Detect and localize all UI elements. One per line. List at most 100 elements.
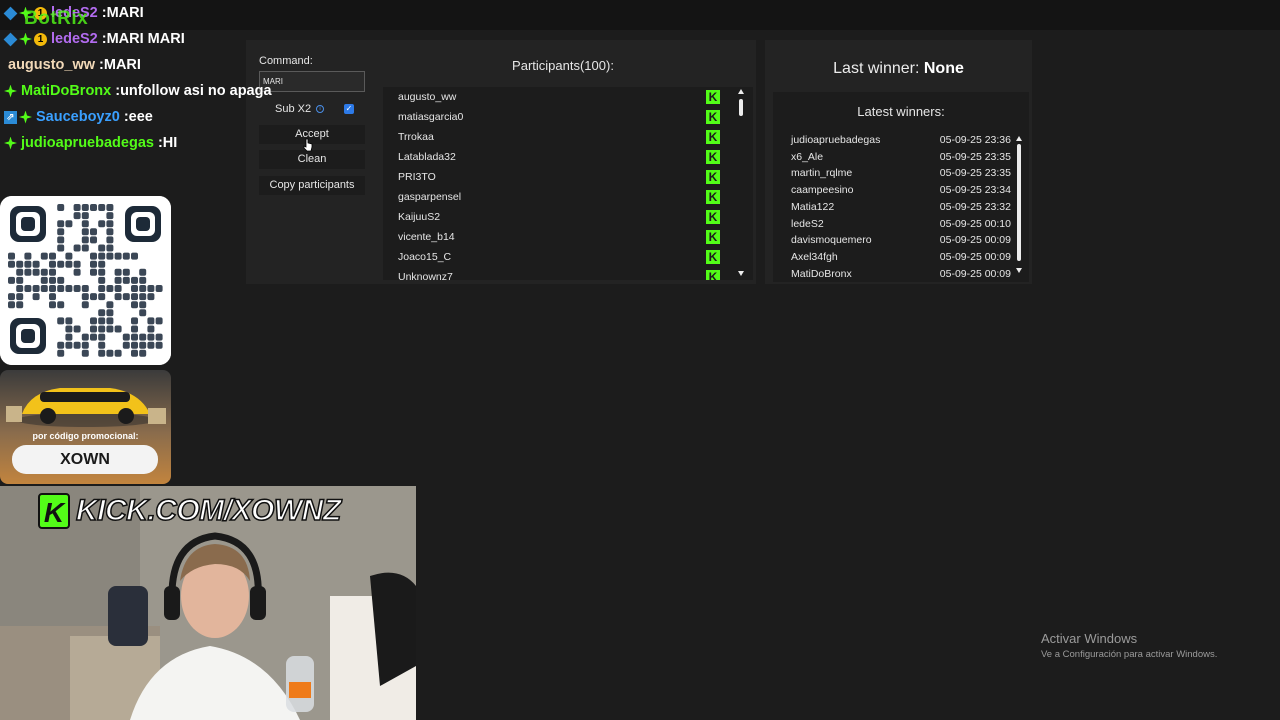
- chat-message: augusto_ww: MARI: [0, 52, 300, 78]
- qr-module: [49, 252, 56, 260]
- winner-name: caampeesino: [791, 184, 854, 197]
- info-icon[interactable]: i: [316, 105, 325, 113]
- chat-username[interactable]: MatiDoBronx: [21, 83, 111, 99]
- qr-module: [98, 341, 106, 349]
- qr-module: [81, 301, 89, 309]
- qr-module: [16, 293, 24, 301]
- chat-username[interactable]: Sauceboyz0: [36, 109, 120, 125]
- qr-module: [114, 285, 122, 292]
- qr-module: [57, 260, 65, 268]
- kick-icon: K: [706, 130, 720, 144]
- qr-module: [90, 268, 97, 276]
- qr-module: [90, 293, 97, 301]
- winners-scrollbar[interactable]: [1015, 134, 1023, 277]
- mouse-cursor-icon: [303, 138, 313, 152]
- qr-module: [98, 260, 106, 268]
- participants-list[interactable]: augusto_ww Kmatiasgarcia0 K Trrokaa K Latabla…: [383, 87, 753, 280]
- qr-module: [90, 325, 97, 333]
- winner-name: MatiDoBronx: [791, 267, 852, 279]
- winner-name: davismoquemero: [791, 234, 872, 247]
- chat-username[interactable]: ledeS2: [51, 31, 98, 47]
- participants-title: Participants(100):: [512, 58, 614, 73]
- participant-row[interactable]: matiasgarcia0 K: [383, 107, 728, 127]
- qr-module: [57, 341, 65, 349]
- qr-module: [8, 252, 15, 260]
- qr-module: [98, 349, 106, 357]
- participant-row[interactable]: KaijuuS2 K: [383, 207, 728, 227]
- qr-module: [65, 341, 73, 349]
- kick-icon: K: [706, 210, 720, 224]
- chat-message: MatiDoBronx: unfollow asi no apaga: [0, 78, 300, 104]
- qr-module: [90, 236, 97, 244]
- participant-row[interactable]: Trrokaa K: [383, 127, 728, 147]
- last-winner-value: None: [923, 60, 964, 77]
- qr-module: [8, 301, 15, 309]
- copy-participants-button[interactable]: Copy participants: [259, 176, 365, 195]
- qr-module: [81, 333, 89, 341]
- qr-module: [81, 293, 89, 301]
- last-winner-label: Last winner:: [833, 60, 920, 77]
- qr-module: [131, 293, 138, 301]
- participant-name: matiasgarcia0: [398, 111, 464, 123]
- participant-name: Unknownz7: [398, 271, 453, 280]
- latest-winners-list[interactable]: judioapruebadegas 05-09-25 23:36 x6_Ale 05-…: [773, 132, 1029, 279]
- qr-module: [8, 276, 15, 284]
- qr-module: [57, 285, 65, 292]
- participant-row[interactable]: vicente_b14 K: [383, 227, 728, 247]
- qr-module: [16, 276, 24, 284]
- kick-icon: K: [706, 230, 720, 244]
- qr-module: [139, 268, 147, 276]
- qr-module: [155, 317, 163, 325]
- participant-row[interactable]: augusto_ww K: [383, 87, 728, 107]
- qr-module: [98, 276, 106, 284]
- sub-x2-checkbox[interactable]: ✓: [344, 104, 354, 114]
- qr-module: [147, 333, 155, 341]
- participant-row[interactable]: gasparpensel K: [383, 187, 728, 207]
- qr-module: [57, 236, 65, 244]
- scroll-down-icon[interactable]: [1016, 268, 1022, 273]
- winner-row: judioapruebadegas 05-09-25 23:36: [791, 132, 1011, 149]
- qr-module: [122, 341, 130, 349]
- scroll-thumb[interactable]: [739, 99, 743, 116]
- qr-module: [90, 260, 97, 268]
- scroll-up-icon[interactable]: [738, 89, 744, 94]
- qr-module: [49, 285, 56, 292]
- participant-row[interactable]: Joaco15_C K: [383, 247, 728, 267]
- prime-badge-icon: ⇗: [4, 110, 17, 124]
- qr-module: [40, 252, 48, 260]
- kick-icon: K: [706, 110, 720, 124]
- participant-row[interactable]: Unknownz7 K: [383, 267, 728, 280]
- botrix-logo: BotRix: [24, 8, 89, 29]
- chat-username[interactable]: judioapruebadegas: [21, 135, 154, 151]
- participant-row[interactable]: PRI3TO K: [383, 167, 728, 187]
- qr-module: [32, 285, 40, 292]
- chat-username[interactable]: augusto_ww: [8, 57, 95, 73]
- promo-card: por código promocional: XOWN: [0, 370, 171, 484]
- chat-text: MARI MARI: [106, 31, 185, 47]
- qr-module: [106, 285, 114, 292]
- qr-module: [131, 252, 138, 260]
- kick-icon: K: [706, 270, 720, 280]
- qr-module: [98, 204, 106, 211]
- winner-time: 05-09-25 00:10: [939, 217, 1011, 230]
- qr-module: [57, 317, 65, 325]
- qr-module: [49, 260, 56, 268]
- winner-row: MatiDoBronx 05-09-25 00:09: [791, 266, 1011, 279]
- qr-module: [114, 349, 122, 357]
- scroll-up-icon[interactable]: [1016, 136, 1022, 141]
- scroll-down-icon[interactable]: [738, 271, 744, 276]
- winner-row: Axel34fgh 05-09-25 00:09: [791, 249, 1011, 266]
- participant-row[interactable]: Latablada32 K: [383, 147, 728, 167]
- qr-module: [8, 260, 15, 268]
- qr-module: [98, 293, 106, 301]
- qr-module: [106, 228, 114, 236]
- chat-text: eee: [128, 109, 153, 125]
- activation-subtitle: Ve a Configuración para activar Windows.: [1041, 649, 1218, 660]
- participants-scrollbar[interactable]: [737, 87, 745, 280]
- green-badge-icon: [19, 110, 32, 124]
- qr-module: [131, 333, 138, 341]
- qr-module: [147, 341, 155, 349]
- qr-module: [131, 349, 138, 357]
- scroll-thumb[interactable]: [1017, 144, 1021, 261]
- qr-module: [81, 204, 89, 211]
